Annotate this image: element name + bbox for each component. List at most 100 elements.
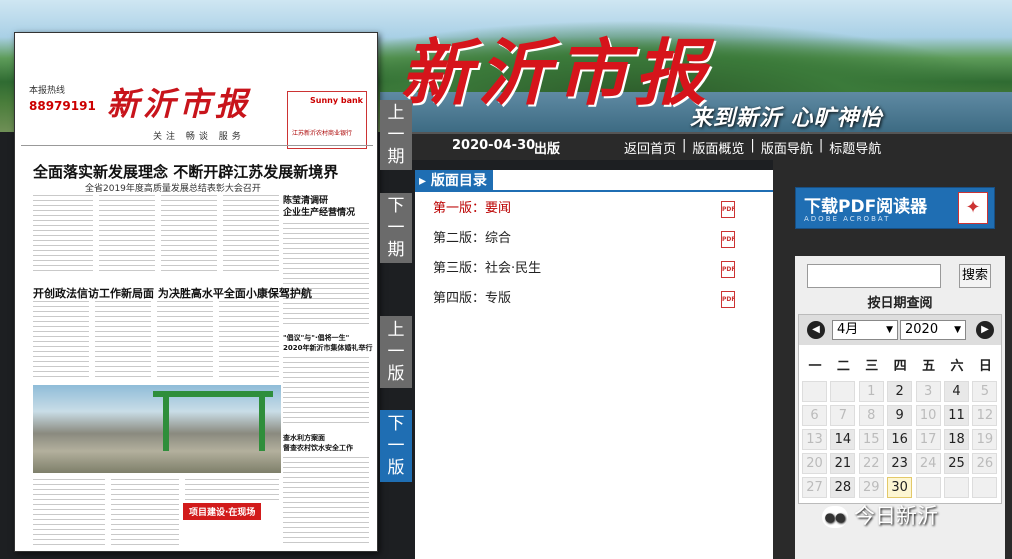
calendar-day[interactable]: 2 bbox=[887, 381, 913, 402]
month-select[interactable]: 4月 ▼ bbox=[832, 320, 898, 340]
search-button[interactable]: 搜索 bbox=[959, 264, 991, 288]
prev-month-icon[interactable]: ◀ bbox=[807, 321, 825, 339]
article-text-column bbox=[219, 301, 279, 379]
calendar-day: 7 bbox=[830, 405, 856, 426]
calendar-day: 29 bbox=[858, 477, 884, 498]
bank-ad: Sunny bank 江苏新沂农村商业银行 bbox=[287, 91, 367, 149]
side-headline-3[interactable]: 查水利方案面 督查农村饮水安全工作 bbox=[283, 433, 353, 453]
pdf-icon[interactable]: PDF bbox=[721, 291, 735, 308]
nav-separator: | bbox=[682, 138, 687, 153]
banner-slogan: 来到新沂 心旷神怡 bbox=[690, 106, 883, 131]
weekday-header: 一 bbox=[808, 359, 822, 374]
article-text-column bbox=[33, 479, 105, 545]
calendar-day[interactable]: 14 bbox=[830, 429, 856, 450]
article-text-column bbox=[283, 457, 369, 547]
prev-page-button[interactable]: 上一版 bbox=[380, 316, 412, 388]
calendar-day: 1 bbox=[858, 381, 884, 402]
calendar-day: 6 bbox=[802, 405, 827, 426]
directory-item-page-1[interactable]: 第一版：要闻 PDF bbox=[415, 194, 773, 224]
nav-link-page-nav[interactable]: 版面导航 bbox=[761, 138, 813, 157]
calendar-day: 17 bbox=[915, 429, 941, 450]
calendar-day: 20 bbox=[802, 453, 827, 474]
watermark: ●● 今日新沂 bbox=[822, 500, 938, 530]
next-issue-label-2: 一 bbox=[387, 218, 405, 238]
calendar-day: 10 bbox=[915, 405, 941, 426]
newspaper-masthead: 新沂市报 bbox=[107, 85, 252, 123]
calendar-day-empty bbox=[830, 381, 856, 402]
masthead-rule bbox=[21, 145, 373, 146]
construction-photo bbox=[33, 385, 281, 473]
calendar-day: 15 bbox=[858, 429, 884, 450]
newspaper-motto: 关注 畅谈 服务 bbox=[153, 132, 245, 142]
nav-link-overview[interactable]: 版面概览 bbox=[692, 138, 744, 157]
calendar-day-empty bbox=[915, 477, 941, 498]
gantry-crane-leg bbox=[163, 391, 169, 451]
nav-separator: | bbox=[750, 138, 755, 153]
article-text-column bbox=[33, 301, 89, 379]
nav-link-title-nav[interactable]: 标题导航 bbox=[829, 138, 881, 157]
directory-header: ▸ 版面目录 bbox=[415, 170, 773, 192]
calendar-day-empty bbox=[944, 477, 969, 498]
date-search-label: 按日期查阅 bbox=[867, 296, 933, 311]
next-issue-label-1: 下 bbox=[387, 196, 405, 216]
gantry-crane-beam bbox=[153, 391, 273, 397]
calendar-day[interactable]: 21 bbox=[830, 453, 856, 474]
directory-item-label[interactable]: 第二版：综合 bbox=[433, 231, 511, 246]
year-select[interactable]: 2020 ▼ bbox=[900, 320, 966, 340]
calendar-day[interactable]: 30 bbox=[887, 477, 913, 498]
photo-tag: 项目建设·在现场 bbox=[183, 503, 262, 520]
calendar-day: 22 bbox=[858, 453, 884, 474]
calendar-day[interactable]: 25 bbox=[944, 453, 969, 474]
side-headline-2[interactable]: "倡议"与"·倡将一生" 2020年新沂市集体婚礼举行 bbox=[283, 333, 372, 353]
pdf-icon[interactable]: PDF bbox=[721, 201, 735, 218]
directory-item-label[interactable]: 第三版：社会·民生 bbox=[433, 261, 541, 276]
pdf-icon[interactable]: PDF bbox=[721, 261, 735, 278]
directory-item-page-2[interactable]: 第二版：综合 PDF bbox=[415, 224, 773, 254]
article-text-column bbox=[161, 195, 217, 271]
next-page-button[interactable]: 下一版 bbox=[380, 410, 412, 482]
calendar-day: 13 bbox=[802, 429, 827, 450]
article-text-column bbox=[283, 357, 369, 427]
prev-issue-button[interactable]: 上一期 bbox=[380, 100, 412, 170]
calendar: ◀ 4月 ▼ 2020 ▼ ▶ 一二三四五六日 1 2 3 4 5 6 7 8 9 10 11 12 13… bbox=[798, 314, 1002, 504]
next-issue-label-3: 期 bbox=[387, 240, 405, 260]
month-select-value: 4月 bbox=[837, 322, 859, 337]
bank-ad-name: Sunny bank bbox=[310, 96, 363, 105]
newspaper-page-preview[interactable]: 本报热线 88979191 新沂市报 关注 畅谈 服务 Sunny bank 江… bbox=[14, 32, 378, 552]
pdf-reader-title: 下载PDF阅读器 bbox=[804, 197, 928, 217]
prev-issue-label-1: 上 bbox=[387, 103, 405, 123]
directory-item-label[interactable]: 第一版：要闻 bbox=[433, 201, 511, 216]
date-search-input[interactable] bbox=[807, 264, 941, 288]
calendar-day: 5 bbox=[972, 381, 998, 402]
next-page-label-2: 一 bbox=[387, 436, 405, 456]
calendar-day: 26 bbox=[972, 453, 998, 474]
calendar-day: 12 bbox=[972, 405, 998, 426]
issue-date: 2020-04-30 bbox=[452, 138, 536, 153]
calendar-header: ◀ 4月 ▼ 2020 ▼ ▶ bbox=[799, 315, 1001, 345]
prev-page-label-2: 一 bbox=[387, 342, 405, 362]
year-select-value: 2020 bbox=[905, 322, 939, 337]
next-month-icon[interactable]: ▶ bbox=[976, 321, 994, 339]
article-text-column bbox=[185, 479, 279, 501]
pdf-icon[interactable]: PDF bbox=[721, 231, 735, 248]
side-headline-1[interactable]: 陈莹清调研 企业生产经营情况 bbox=[283, 195, 355, 219]
hotline-number: 88979191 bbox=[29, 99, 96, 113]
site-logo: 新沂市报 bbox=[400, 30, 713, 115]
directory-item-label[interactable]: 第四版：专版 bbox=[433, 291, 511, 306]
prev-issue-label-2: 一 bbox=[387, 125, 405, 145]
calendar-day[interactable]: 23 bbox=[887, 453, 913, 474]
calendar-day[interactable]: 16 bbox=[887, 429, 913, 450]
next-page-label-3: 版 bbox=[387, 458, 405, 478]
next-issue-button[interactable]: 下一期 bbox=[380, 193, 412, 263]
nav-link-home[interactable]: 返回首页 bbox=[624, 138, 676, 157]
directory-item-page-4[interactable]: 第四版：专版 PDF bbox=[415, 284, 773, 314]
calendar-day[interactable]: 4 bbox=[944, 381, 969, 402]
second-headline[interactable]: 开创政法信访工作新局面 为决胜高水平全面小康保驾护航 bbox=[33, 285, 312, 301]
pdf-reader-download-banner[interactable]: 下载PDF阅读器 ADOBE ACROBAT ✦ bbox=[795, 187, 995, 229]
calendar-day[interactable]: 28 bbox=[830, 477, 856, 498]
calendar-day[interactable]: 9 bbox=[887, 405, 913, 426]
calendar-day[interactable]: 11 bbox=[944, 405, 969, 426]
calendar-day[interactable]: 18 bbox=[944, 429, 969, 450]
lead-headline[interactable]: 全面落实新发展理念 不断开辟江苏发展新境界 bbox=[33, 161, 338, 182]
directory-item-page-3[interactable]: 第三版：社会·民生 PDF bbox=[415, 254, 773, 284]
